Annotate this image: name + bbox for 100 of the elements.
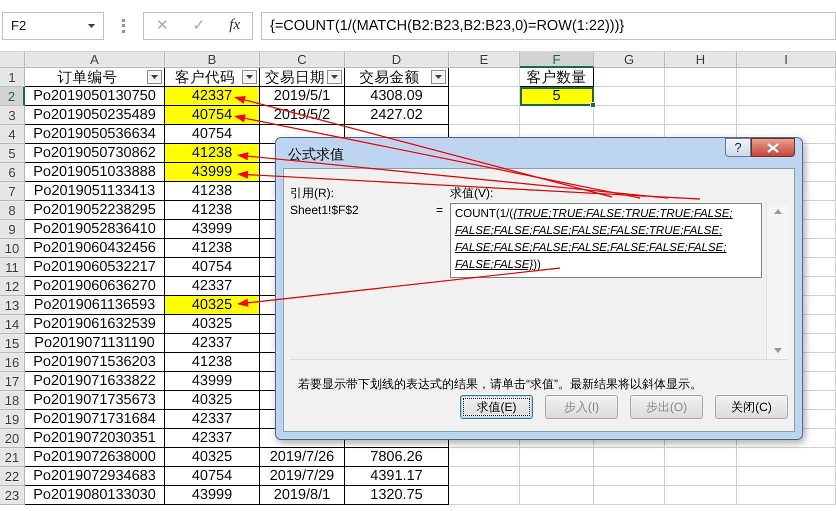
table-cell: 2427.02 [345,106,449,125]
row-header[interactable]: 14 [0,315,25,334]
row-header[interactable]: 7 [0,182,25,201]
filter-button[interactable] [431,70,446,84]
selected-cell[interactable]: 5 [520,87,594,106]
table-cell: Po2019060636270 [25,277,165,296]
table-cell: 客户数量 [520,68,594,87]
fill-handle[interactable] [590,102,596,108]
column-heading-cell: 订单编号 [25,68,165,87]
column-heading-cell: 客户代码 [165,68,260,87]
table-cell: 42337 [165,334,260,353]
dialog-button[interactable]: 求值(E) [460,395,533,419]
table-cell: 42337 [165,277,260,296]
table-cell: Po2019051133413 [25,182,165,201]
hint-text: 若要显示带下划线的表达式的结果，请单击“求值”。最新结果将以斜体显示。 [298,376,703,393]
row-header[interactable]: 5 [0,144,25,163]
column-header[interactable]: G [594,52,665,68]
filter-button[interactable] [147,70,162,84]
dialog-button[interactable]: 关闭(C) [715,395,788,419]
table-cell: 40754 [165,467,260,486]
row-header[interactable]: 10 [0,239,25,258]
name-box[interactable]: F2 [2,12,104,40]
scrollbar[interactable] [766,203,788,359]
column-header[interactable]: A [25,52,165,68]
table-cell: Po2019050130750 [25,87,165,106]
dropdown-arrow-icon [246,75,253,79]
row-header[interactable]: 15 [0,334,25,353]
row-header[interactable]: 20 [0,429,25,448]
table-cell: 40325 [165,296,260,315]
table-cell: Po2019052836410 [25,220,165,239]
column-header[interactable]: B [165,52,260,68]
row-header[interactable]: 9 [0,220,25,239]
row-header[interactable]: 12 [0,277,25,296]
table-cell: 40754 [165,125,260,144]
table-cell: 2019/7/26 [260,448,345,467]
column-heading-cell: 交易日期 [260,68,345,87]
dropdown-arrow-icon [88,24,95,28]
row-header[interactable]: 8 [0,201,25,220]
formula-field[interactable]: {=COUNT(1/(MATCH(B2:B23,B2:B23,0)=ROW(1:22)))} [261,12,836,40]
column-header[interactable]: F [520,52,594,68]
row-header[interactable]: 2 [0,87,25,106]
table-cell: 2019/5/1 [260,87,345,106]
table-cell: Po2019071735673 [25,391,165,410]
row-header[interactable]: 18 [0,391,25,410]
dropdown-arrow-icon [151,75,158,79]
reference-label: 引用(R): [290,185,335,201]
column-header[interactable]: C [260,52,345,68]
row-header[interactable]: 22 [0,467,25,486]
row-header[interactable]: 11 [0,258,25,277]
table-cell: Po2019050536634 [25,125,165,144]
table-cell: Po2019071131190 [25,334,165,353]
row-header[interactable]: 21 [0,448,25,467]
column-header[interactable]: E [449,52,520,68]
table-cell: 41238 [165,144,260,163]
table-cell: Po2019071731684 [25,410,165,429]
close-button[interactable] [751,138,795,157]
dialog-title: 公式求值 [287,145,344,164]
scroll-up-icon[interactable] [774,209,782,214]
table-cell: Po2019071536203 [25,353,165,372]
close-icon [767,142,779,152]
row-header[interactable]: 16 [0,353,25,372]
row-header[interactable]: 4 [0,125,25,144]
table-cell: Po2019060432456 [25,239,165,258]
table-cell: 2019/8/1 [260,486,345,505]
filter-button[interactable] [242,70,257,84]
table-cell: 2019/7/29 [260,467,345,486]
evaluation-field[interactable]: COUNT(1/({TRUE;TRUE;FALSE;TRUE;TRUE;FALSE;FALSE;FALSE;FALSE;FALSE;FALSE;TRUE;FALSE;FALSE;FALSE;FALSE;FALSE;FALSE;FALSE;FALSE;FALSE;FALSE})) [450,203,762,278]
table-cell: Po2019050235489 [25,106,165,125]
table-cell: Po2019072638000 [25,448,165,467]
table-cell: Po2019050730862 [25,144,165,163]
row-header[interactable]: 1 [0,68,25,87]
table-cell: 41238 [165,353,260,372]
table-cell: 42337 [165,410,260,429]
insert-function-button[interactable]: fx [229,17,240,34]
table-cell: 41238 [165,201,260,220]
help-button[interactable]: ? [725,138,751,157]
table-cell: 43999 [165,220,260,239]
table-cell: Po2019061136593 [25,296,165,315]
table-cell: 43999 [165,163,260,182]
column-header[interactable]: D [345,52,449,68]
table-cell: Po2019061632539 [25,315,165,334]
drag-handle-icon [122,18,125,32]
table-cell: Po2019080133030 [25,486,165,505]
filter-button[interactable] [327,70,342,84]
row-header[interactable]: 19 [0,410,25,429]
table-cell: 40754 [165,258,260,277]
table-cell: 42337 [165,429,260,448]
row-header[interactable]: 3 [0,106,25,125]
column-header[interactable]: H [665,52,737,68]
table-cell: Po2019072934683 [25,467,165,486]
row-header[interactable]: 23 [0,486,25,505]
table-cell: 42337 [165,87,260,106]
table-cell: 7806.26 [345,448,449,467]
row-header[interactable]: 17 [0,372,25,391]
row-header[interactable]: 6 [0,163,25,182]
table-cell: 1320.75 [345,486,449,505]
column-header[interactable]: I [737,52,836,68]
equals-sign: = [436,203,444,219]
table-cell: 4308.09 [345,87,449,106]
row-header[interactable]: 13 [0,296,25,315]
